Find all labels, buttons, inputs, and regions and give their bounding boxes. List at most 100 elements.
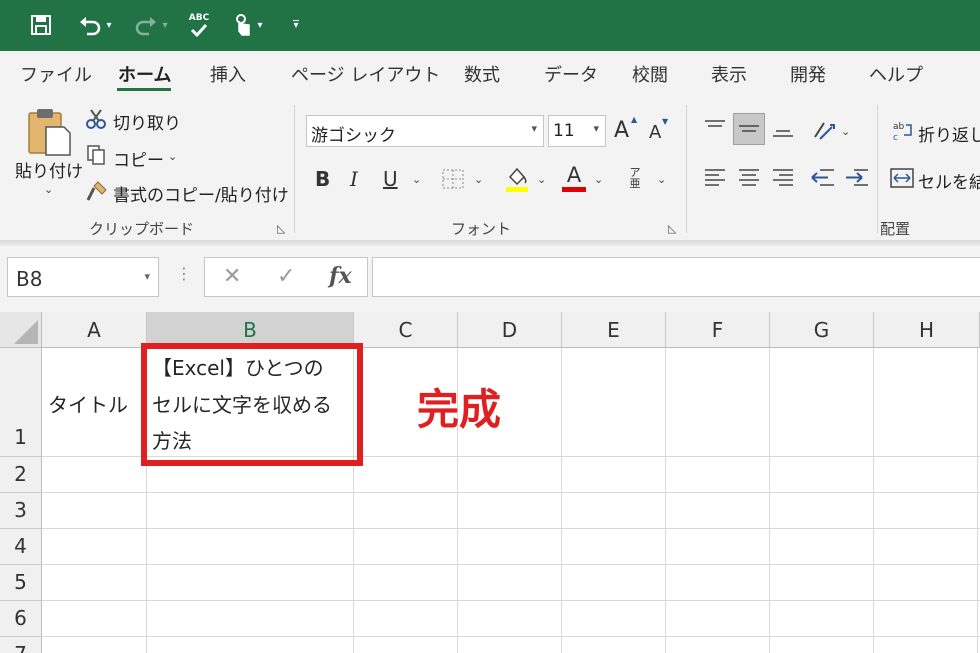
- row-header-6[interactable]: 6: [0, 601, 42, 637]
- column-header-h[interactable]: H: [874, 312, 980, 348]
- cancel-button[interactable]: ✕: [223, 264, 241, 289]
- gridline: [561, 348, 562, 653]
- align-center-button[interactable]: [737, 167, 761, 193]
- tab-help[interactable]: ヘルプ: [869, 61, 923, 87]
- paste-label[interactable]: 貼り付け: [15, 157, 83, 182]
- clipboard-launcher-icon[interactable]: ◺: [277, 222, 285, 235]
- wrap-text-icon: ab c: [892, 119, 914, 147]
- column-header-d[interactable]: D: [458, 312, 562, 348]
- name-box-dropdown-icon[interactable]: ▾: [144, 270, 150, 283]
- increase-font-size-button[interactable]: A: [614, 118, 629, 143]
- align-center-icon: [739, 169, 759, 186]
- touch-mode-dropdown-icon[interactable]: ▾: [257, 20, 262, 31]
- tab-page-layout[interactable]: ページ レイアウト: [291, 61, 440, 87]
- tab-review[interactable]: 校閲: [632, 61, 668, 87]
- font-name-combo[interactable]: 游ゴシック ▾: [306, 115, 544, 147]
- align-right-icon: [773, 169, 793, 186]
- phonetic-guide-button[interactable]: ア亜: [628, 167, 642, 189]
- tab-insert[interactable]: 挿入: [210, 61, 246, 87]
- active-tab-indicator: [117, 88, 171, 91]
- paste-button[interactable]: [26, 107, 72, 161]
- increase-indent-button[interactable]: [844, 167, 870, 193]
- align-right-button[interactable]: [771, 167, 795, 193]
- increase-indent-icon: [846, 169, 868, 186]
- tab-developer[interactable]: 開発: [790, 61, 826, 87]
- column-header-c[interactable]: C: [354, 312, 458, 348]
- column-header-e[interactable]: E: [562, 312, 666, 348]
- insert-function-button[interactable]: fx: [329, 263, 352, 289]
- copy-dropdown-icon[interactable]: ⌄: [168, 150, 177, 163]
- row-header-7[interactable]: 7: [0, 637, 42, 653]
- cell-a1[interactable]: タイトル: [48, 389, 128, 418]
- row-header-5[interactable]: 5: [0, 565, 42, 601]
- underline-dropdown-icon[interactable]: ⌄: [412, 173, 421, 186]
- fill-color-button[interactable]: [505, 165, 529, 197]
- row-header-2[interactable]: 2: [0, 457, 42, 493]
- font-launcher-icon[interactable]: ◺: [668, 222, 676, 235]
- formula-bar-grip-icon[interactable]: ⋮: [176, 264, 192, 283]
- middle-align-button[interactable]: [733, 113, 765, 145]
- top-align-button[interactable]: [703, 117, 727, 141]
- orientation-dropdown-icon[interactable]: ⌄: [841, 125, 850, 138]
- align-left-icon: [705, 169, 725, 186]
- decrease-font-size-button[interactable]: A: [649, 122, 661, 143]
- phonetic-guide-dropdown-icon[interactable]: ⌄: [657, 173, 666, 186]
- redo-dropdown-icon[interactable]: ▾: [162, 20, 167, 31]
- tab-home[interactable]: ホーム: [118, 61, 171, 87]
- italic-button[interactable]: I: [350, 167, 358, 191]
- name-box-value: B8: [16, 267, 43, 291]
- annotation-text: 完成: [417, 385, 502, 434]
- select-all-button[interactable]: [0, 312, 42, 348]
- column-header-a[interactable]: A: [42, 312, 147, 348]
- undo-button[interactable]: ▾: [72, 10, 118, 40]
- row-header-1[interactable]: 1: [0, 348, 42, 457]
- borders-button[interactable]: [441, 168, 465, 194]
- row-header-4[interactable]: 4: [0, 529, 42, 565]
- group-separator: [686, 105, 687, 233]
- save-button[interactable]: [28, 10, 54, 40]
- checkmark-icon: [190, 23, 208, 37]
- underline-button[interactable]: U: [383, 167, 398, 191]
- tab-formulas[interactable]: 数式: [464, 61, 500, 87]
- customize-qat-button[interactable]: ▾: [288, 10, 304, 40]
- tab-file[interactable]: ファイル: [20, 61, 92, 87]
- orientation-button[interactable]: [812, 119, 836, 145]
- merge-center-button[interactable]: セルを結: [918, 168, 980, 193]
- font-color-dropdown-icon[interactable]: ⌄: [594, 173, 603, 186]
- bottom-align-button[interactable]: [771, 117, 795, 145]
- copy-button[interactable]: コピー: [113, 146, 164, 171]
- gridline: [769, 348, 770, 653]
- row-header-3[interactable]: 3: [0, 493, 42, 529]
- spelling-check-button[interactable]: ABC: [186, 10, 212, 40]
- column-header-f[interactable]: F: [666, 312, 770, 348]
- group-separator: [877, 105, 878, 233]
- cut-button[interactable]: 切り取り: [113, 109, 181, 134]
- bold-button[interactable]: B: [315, 167, 330, 191]
- tab-data[interactable]: データ: [544, 61, 598, 87]
- formula-input[interactable]: [372, 257, 980, 297]
- decrease-indent-button[interactable]: [810, 167, 836, 193]
- bottom-align-icon: [773, 130, 793, 137]
- format-painter-button[interactable]: 書式のコピー/貼り付け: [113, 181, 289, 206]
- highlight-box: [141, 343, 363, 466]
- paste-dropdown-icon[interactable]: ⌄: [44, 183, 53, 196]
- ribbon-tabs: ファイル ホーム 挿入 ページ レイアウト 数式 データ 校閲 表示 開発 ヘル…: [0, 51, 980, 97]
- wrap-text-button[interactable]: 折り返し: [918, 121, 980, 146]
- title-bar: ▾ ▾ ABC ▾ ▾: [0, 0, 980, 51]
- redo-button[interactable]: ▾: [128, 10, 174, 40]
- fill-color-dropdown-icon[interactable]: ⌄: [537, 173, 546, 186]
- borders-dropdown-icon[interactable]: ⌄: [474, 173, 483, 186]
- enter-button[interactable]: ✓: [277, 264, 295, 289]
- column-header-g[interactable]: G: [770, 312, 874, 348]
- align-left-button[interactable]: [703, 167, 727, 193]
- font-size-dropdown-icon[interactable]: ▾: [593, 122, 599, 135]
- font-color-button[interactable]: A: [562, 163, 586, 192]
- spelling-check-icon: ABC: [188, 12, 210, 23]
- name-box[interactable]: B8 ▾: [7, 257, 159, 297]
- decrease-indent-icon: [811, 169, 834, 186]
- touch-mode-button[interactable]: ▾: [225, 10, 271, 40]
- tab-view[interactable]: 表示: [711, 61, 747, 87]
- undo-dropdown-icon[interactable]: ▾: [106, 20, 111, 31]
- font-size-combo[interactable]: 11 ▾: [548, 115, 606, 147]
- font-name-dropdown-icon[interactable]: ▾: [531, 122, 537, 135]
